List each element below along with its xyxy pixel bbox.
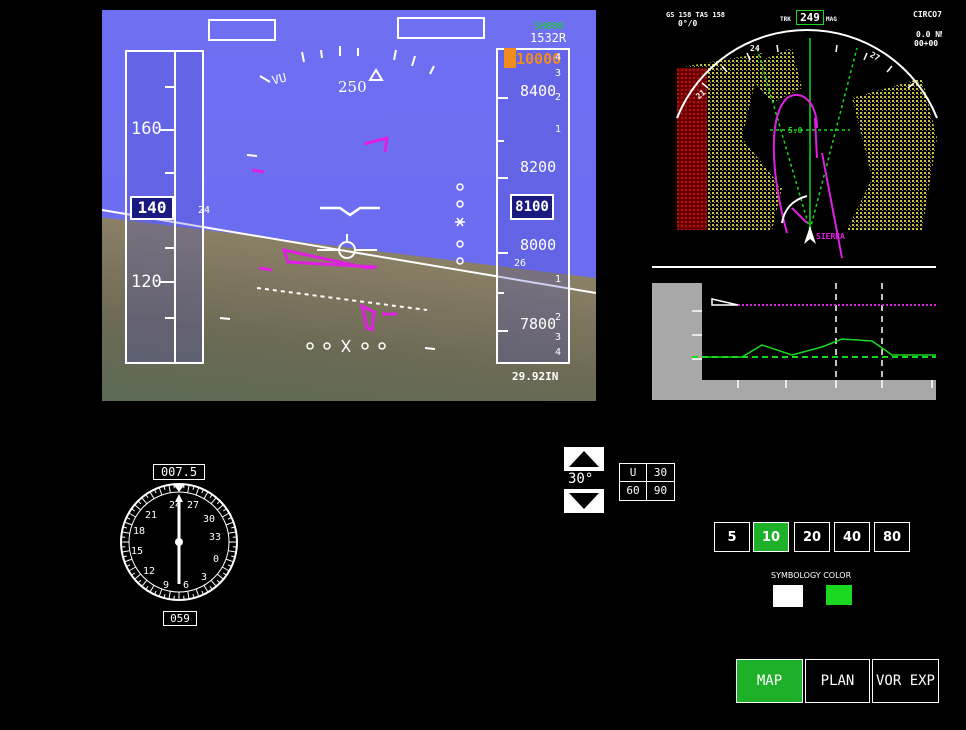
vs-tick-3-up: 3 [555, 68, 562, 79]
altitude-tick-8000: 8000 [520, 236, 557, 254]
down-arrow-icon [569, 493, 599, 509]
glideslope-scale [455, 183, 465, 265]
navigation-display: GS 158 TAS 158 0°/0 TRK 249 MAG CIRCO7 0… [652, 8, 942, 266]
altitude-tick-7800: 7800 [520, 315, 557, 333]
compass-labels: 24 27 30 33 0 3 6 9 12 15 18 21 [115, 478, 243, 606]
procedure: CIRCO7 [913, 10, 942, 19]
range-button-10[interactable]: 10 [753, 522, 789, 552]
vs-tick-2-down: 2 [555, 312, 562, 323]
mode-button-plan[interactable]: PLAN [805, 659, 870, 703]
wind: 0°/0 [678, 19, 698, 28]
symbology-white-swatch[interactable] [773, 585, 803, 607]
range-ring-label: 5.0 [788, 126, 803, 135]
altitude-bug [504, 48, 516, 68]
top-left-box [208, 19, 276, 41]
symbology-green-swatch[interactable] [826, 585, 852, 605]
vs-tick-4-down: 4 [555, 347, 562, 358]
range-button-40[interactable]: 40 [834, 522, 870, 552]
aircraft-reference [320, 206, 380, 217]
altitude-top-runway: 1532R [530, 31, 567, 45]
vs-tick-1-up: 1 [555, 124, 562, 135]
altitude-tick-8200: 8200 [520, 158, 557, 176]
compass-bottom-readout: 059 [163, 611, 197, 626]
compass-num-30: 30 [203, 514, 216, 525]
compass-num-6: 6 [183, 580, 190, 591]
range-button-5[interactable]: 5 [714, 522, 750, 552]
speed-trend-label: 24 [198, 205, 211, 216]
bank-grid: U 30 60 90 [619, 463, 675, 501]
vs-tick-3-down: 3 [555, 332, 562, 343]
altitude-tick-8400: 8400 [520, 82, 557, 100]
guidance-cues [251, 135, 397, 333]
gs-tas: GS 158 TAS 158 [666, 11, 726, 19]
compass-num-0: 0 [213, 554, 220, 565]
compass-num-3: 3 [201, 572, 208, 583]
speed-tick-120: 120 [131, 272, 162, 292]
range-button-20[interactable]: 20 [794, 522, 830, 552]
bank-down-button[interactable] [564, 489, 604, 513]
aircraft-symbol [804, 226, 816, 244]
compass-num-27: 27 [187, 500, 200, 511]
compass-num-24: 24 [169, 500, 182, 511]
mode-button-map[interactable]: MAP [736, 659, 803, 703]
bank-value: 30° [568, 471, 594, 487]
vertical-profile [652, 283, 936, 400]
profile-overlay [692, 283, 936, 388]
bank-grid-cell[interactable]: 60 [620, 482, 647, 500]
altitude-readout: 8100 [510, 194, 554, 220]
heading-pointer [368, 68, 384, 81]
speed-readout: 140 [130, 196, 174, 220]
range-button-80[interactable]: 80 [874, 522, 910, 552]
pitch-line [256, 287, 428, 311]
mode-button-vor-exp[interactable]: VOR EXP [872, 659, 939, 703]
mag-label: MAG [826, 16, 837, 23]
compass-num-12: 12 [143, 566, 156, 577]
compass-num-21: 21 [145, 510, 158, 521]
up-arrow-icon [569, 451, 599, 467]
nd-map [676, 28, 938, 259]
eta: 00+00 [914, 39, 939, 48]
bank-grid-cell[interactable]: 90 [647, 482, 674, 500]
compass-num-15: 15 [131, 546, 144, 557]
horizon-label: 26 [514, 258, 527, 269]
localizer-scale [306, 339, 386, 353]
profile-aircraft [711, 298, 739, 306]
vs-tick-4-up: 4 [555, 52, 562, 63]
speed-tick-160: 160 [131, 119, 162, 139]
track-value: 249 [796, 10, 824, 25]
vs-tick-2-up: 2 [555, 92, 562, 103]
track-label: TRK [780, 16, 791, 23]
compass-num-33: 33 [209, 532, 222, 543]
symbology-label: SYMBOLOGY COLOR [771, 571, 852, 580]
bank-grid-cell[interactable]: 30 [647, 464, 674, 482]
waypoint-label: SIERRA [816, 232, 845, 241]
vs-tick-1-down: 1 [555, 274, 562, 285]
heading-value: 250 [338, 78, 367, 96]
distance: 0.0 NM [916, 30, 942, 39]
top-right-box [397, 17, 485, 39]
primary-flight-display: 160 120 140 24 10000 SH800 1532R 8400 82… [102, 10, 596, 401]
baro-setting: 29.92IN [512, 370, 559, 383]
compass-tick-24: 24 [750, 44, 760, 53]
nd-divider [652, 266, 936, 268]
bank-grid-cell[interactable]: U [620, 464, 647, 482]
bank-up-button[interactable] [564, 447, 604, 471]
compass-num-18: 18 [133, 526, 146, 537]
compass-num-9: 9 [163, 580, 170, 591]
